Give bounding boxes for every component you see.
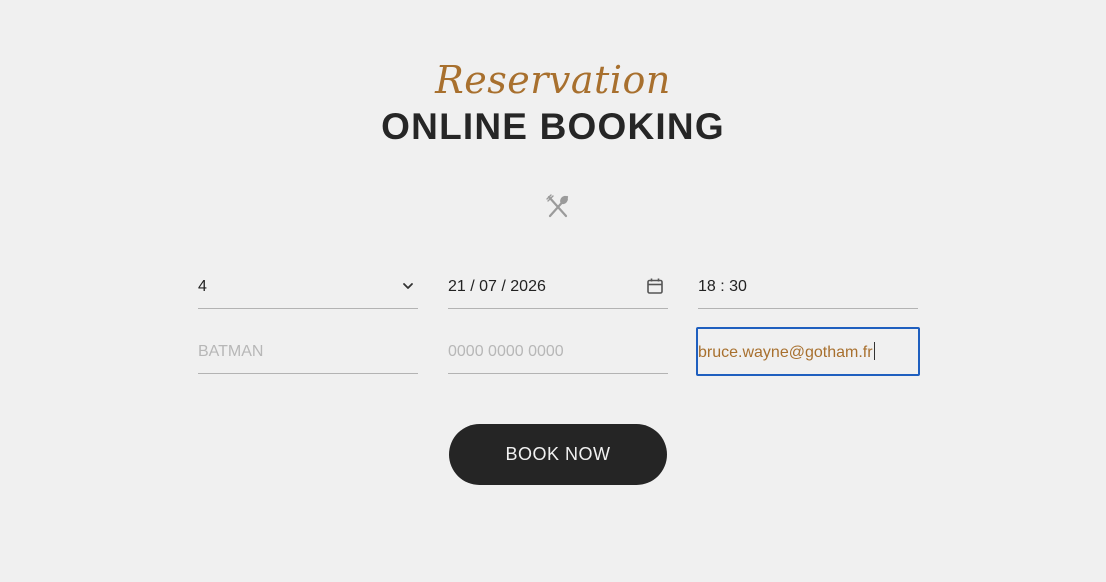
date-field[interactable]: 21 / 07 / 2026 [448,269,668,309]
phone-input[interactable]: 0000 0000 0000 [448,334,668,374]
email-value-wrap: bruce.wayne@gotham.fr [698,342,875,363]
chevron-down-icon[interactable] [402,280,414,292]
name-placeholder: BATMAN [198,343,264,360]
time-value: 18 : 30 [698,278,747,295]
email-input[interactable]: bruce.wayne@gotham.fr [696,327,920,376]
guests-value: 4 [198,278,207,295]
script-title: Reservation [435,58,671,102]
name-input[interactable]: BATMAN [198,334,418,374]
page-title: ONLINE BOOKING [381,106,725,147]
time-field[interactable]: 18 : 30 [698,269,918,309]
calendar-icon[interactable] [646,277,664,295]
text-caret [873,342,875,360]
phone-placeholder: 0000 0000 0000 [448,343,564,360]
book-now-button[interactable]: BOOK NOW [449,424,667,485]
email-value: bruce.wayne@gotham.fr [698,344,873,361]
booking-page: Reservation ONLINE BOOKING 4 21 / 07 / 2… [0,0,1106,582]
fork-knife-icon [546,194,569,218]
guests-select[interactable]: 4 [198,269,418,309]
date-value: 21 / 07 / 2026 [448,278,546,295]
